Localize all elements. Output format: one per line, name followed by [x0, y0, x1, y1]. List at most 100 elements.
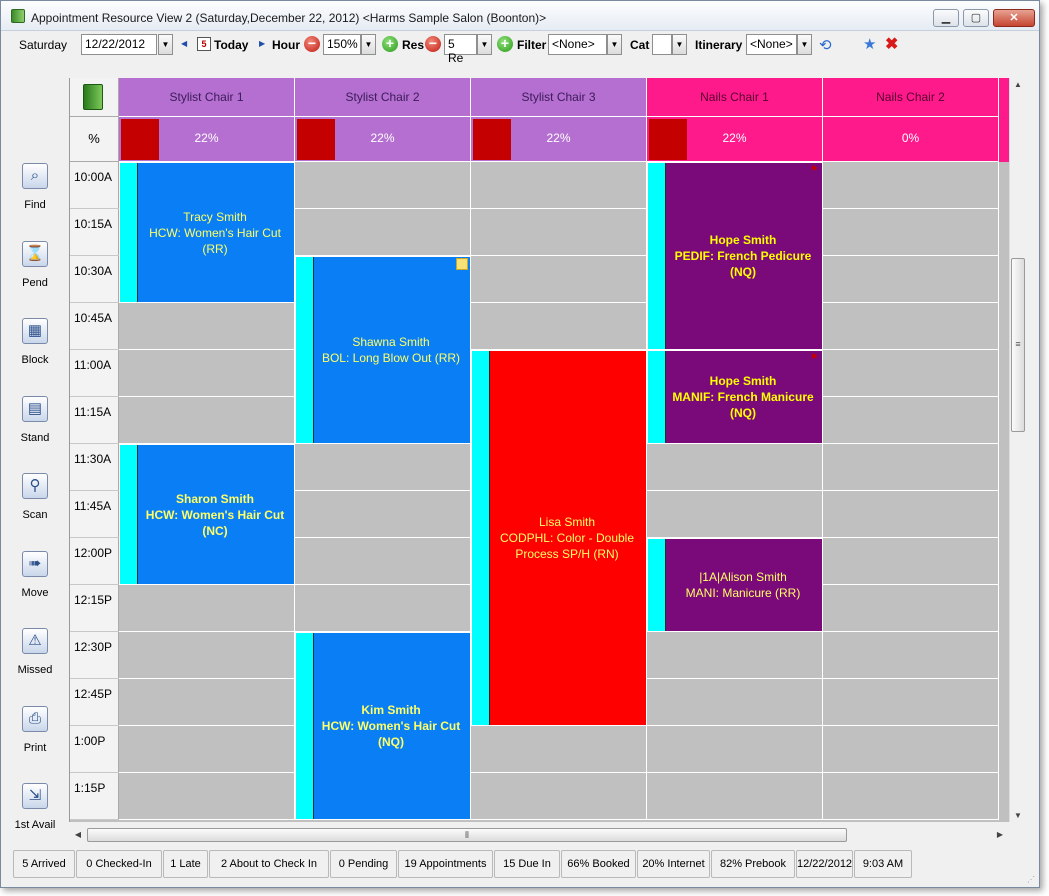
- cat-dropdown-icon[interactable]: ▼: [672, 34, 687, 55]
- appointment-block[interactable]: Lisa Smith CODPHL: Color - Double Process …: [471, 350, 647, 726]
- time-slot[interactable]: [823, 397, 999, 444]
- resource-header[interactable]: Stylist Chair 1: [119, 78, 295, 117]
- resource-header[interactable]: Nails Chair 2: [823, 78, 999, 117]
- zoom-in-icon[interactable]: +: [382, 36, 398, 52]
- clear-x-icon[interactable]: ✖: [885, 34, 898, 54]
- vertical-scroll-thumb[interactable]: ≡: [1011, 258, 1025, 432]
- close-button[interactable]: ✕: [993, 9, 1035, 27]
- sidebar-item-block[interactable]: ▦ Block: [5, 318, 65, 388]
- time-slot[interactable]: [823, 679, 999, 726]
- scroll-left-icon[interactable]: ◀: [71, 830, 85, 839]
- time-slot[interactable]: [823, 726, 999, 773]
- appointment-block[interactable]: Shawna Smith BOL: Long Blow Out (RR): [295, 256, 471, 444]
- zoom-select[interactable]: 150%: [323, 34, 361, 55]
- itinerary-select[interactable]: <None>: [746, 34, 797, 55]
- time-slot[interactable]: [119, 726, 295, 773]
- time-slot[interactable]: [295, 585, 471, 632]
- minimize-button[interactable]: ▁: [933, 9, 959, 27]
- sidebar-item-pend[interactable]: ⌛ Pend: [5, 240, 65, 311]
- time-slot[interactable]: [823, 444, 999, 491]
- time-slot[interactable]: [823, 303, 999, 350]
- date-field[interactable]: 12/22/2012: [81, 34, 157, 55]
- time-slot[interactable]: [119, 773, 295, 820]
- time-slot[interactable]: [647, 632, 823, 679]
- time-slot[interactable]: [823, 585, 999, 632]
- time-slot[interactable]: [119, 350, 295, 397]
- time-slot[interactable]: [471, 209, 647, 256]
- resource-header[interactable]: Stylist Chair 2: [295, 78, 471, 117]
- time-slot[interactable]: [295, 444, 471, 491]
- time-slot[interactable]: [823, 209, 999, 256]
- time-slot[interactable]: [295, 538, 471, 585]
- time-slot[interactable]: [471, 256, 647, 303]
- calendar-icon[interactable]: 5: [197, 37, 211, 51]
- scroll-down-icon[interactable]: ▼: [1011, 811, 1025, 820]
- time-slot[interactable]: [295, 162, 471, 209]
- time-slot[interactable]: [823, 256, 999, 303]
- filter-dropdown-icon[interactable]: ▼: [607, 34, 622, 55]
- today-button[interactable]: Today: [214, 38, 248, 52]
- title-bar[interactable]: Appointment Resource View 2 (Saturday,De…: [1, 1, 1039, 31]
- refresh-icon[interactable]: ⟲: [819, 36, 832, 54]
- time-slot[interactable]: [647, 679, 823, 726]
- date-dropdown-icon[interactable]: ▼: [158, 34, 173, 55]
- scroll-right-icon[interactable]: ▶: [993, 830, 1007, 839]
- sidebar-item-label: Find: [24, 199, 46, 211]
- time-slot[interactable]: [119, 632, 295, 679]
- maximize-button[interactable]: ▢: [963, 9, 989, 27]
- res-dropdown-icon[interactable]: ▼: [477, 34, 492, 55]
- time-slot[interactable]: [471, 303, 647, 350]
- sidebar-item-missed[interactable]: ⚠ Missed: [5, 628, 65, 698]
- sidebar-item-print[interactable]: ⎙ Print: [5, 705, 65, 776]
- resource-header[interactable]: Stylist Chair 3: [471, 78, 647, 117]
- vertical-scrollbar[interactable]: ▲ ≡ ▼: [1009, 78, 1025, 822]
- time-slot[interactable]: [119, 679, 295, 726]
- appointment-block[interactable]: Sharon Smith HCW: Women's Hair Cut (NC): [119, 444, 295, 585]
- time-slot[interactable]: [823, 773, 999, 820]
- appointment-block[interactable]: Hope Smith MANIF: French Manicure (NQ) ⚑: [647, 350, 823, 444]
- time-slot[interactable]: [647, 491, 823, 538]
- zoom-dropdown-icon[interactable]: ▼: [361, 34, 376, 55]
- sidebar-item-stand[interactable]: ▤ Stand: [5, 395, 65, 466]
- res-increase-icon[interactable]: +: [497, 36, 513, 52]
- time-slot[interactable]: [119, 585, 295, 632]
- sidebar-item-move[interactable]: ➠ Move: [5, 550, 65, 621]
- time-slot[interactable]: [119, 303, 295, 350]
- scroll-up-icon[interactable]: ▲: [1011, 80, 1025, 89]
- time-slot[interactable]: [823, 162, 999, 209]
- time-slot[interactable]: [647, 773, 823, 820]
- horizontal-scrollbar[interactable]: ◀ ⦀ ▶: [69, 827, 1009, 843]
- time-slot[interactable]: [471, 162, 647, 209]
- appointment-block[interactable]: Hope Smith PEDIF: French Pedicure (NQ) ⚑: [647, 162, 823, 350]
- appointment-block[interactable]: Tracy Smith HCW: Women's Hair Cut (RR): [119, 162, 295, 303]
- time-slot[interactable]: [647, 444, 823, 491]
- res-decrease-icon[interactable]: −: [425, 36, 441, 52]
- time-slot[interactable]: [119, 397, 295, 444]
- time-slot[interactable]: [823, 632, 999, 679]
- favorite-star-icon[interactable]: ★: [863, 35, 876, 53]
- resize-grip-icon[interactable]: ⋰: [1027, 875, 1037, 885]
- time-slot[interactable]: [471, 773, 647, 820]
- horizontal-scroll-thumb[interactable]: ⦀: [87, 828, 847, 842]
- appointment-block[interactable]: |1A|Alison Smith MANI: Manicure (RR): [647, 538, 823, 632]
- book-icon[interactable]: [83, 84, 103, 110]
- resource-header[interactable]: Nails Chair 1: [647, 78, 823, 117]
- previous-day-icon[interactable]: ◀: [181, 39, 187, 48]
- next-day-icon[interactable]: ▶: [259, 39, 265, 48]
- time-slot[interactable]: [295, 491, 471, 538]
- time-slot[interactable]: [823, 491, 999, 538]
- itinerary-dropdown-icon[interactable]: ▼: [797, 34, 812, 55]
- time-slot[interactable]: [295, 209, 471, 256]
- sidebar-item-1st-avail[interactable]: ⇲ 1st Avail: [5, 783, 65, 853]
- time-slot[interactable]: [823, 538, 999, 585]
- res-select[interactable]: 5 Re: [444, 34, 477, 65]
- time-slot[interactable]: [471, 726, 647, 773]
- zoom-out-icon[interactable]: −: [304, 36, 320, 52]
- sidebar-item-find[interactable]: ⌕ Find: [5, 163, 65, 233]
- cat-select[interactable]: [652, 34, 672, 55]
- time-slot[interactable]: [823, 350, 999, 397]
- appointment-block[interactable]: Kim Smith HCW: Women's Hair Cut (NQ): [295, 632, 471, 820]
- time-slot[interactable]: [647, 726, 823, 773]
- sidebar-item-scan[interactable]: ⚲ Scan: [5, 473, 65, 543]
- filter-select[interactable]: <None>: [548, 34, 607, 55]
